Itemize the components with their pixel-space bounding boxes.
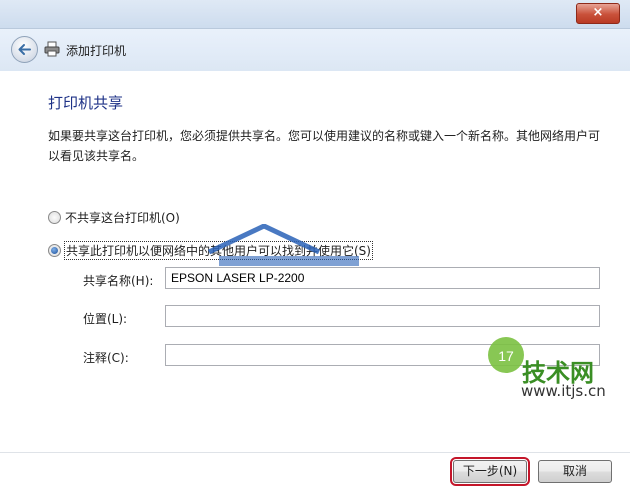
share-name-label: 共享名称(H): <box>83 274 154 288</box>
share-radio[interactable] <box>48 244 61 257</box>
no-share-option[interactable]: 不共享这台打印机(O) <box>48 209 180 226</box>
next-button[interactable]: 下一步(N) <box>450 457 530 486</box>
page-title: 打印机共享 <box>48 94 124 112</box>
close-button[interactable]: × <box>576 3 620 24</box>
no-share-radio[interactable] <box>48 211 61 224</box>
location-label: 位置(L): <box>83 312 128 326</box>
watermark-url: www.itjs.cn <box>521 382 606 400</box>
watermark-badge-icon: 17 <box>488 337 524 373</box>
watermark-badge: 17 <box>498 348 514 364</box>
title-bar: × <box>0 0 630 29</box>
comment-label: 注释(C): <box>83 351 129 365</box>
location-input[interactable] <box>165 305 600 327</box>
wizard-content: 打印机共享 如果要共享这台打印机，您必须提供共享名。您可以使用建议的名称或键入一… <box>0 71 630 499</box>
no-share-label: 不共享这台打印机(O) <box>65 211 180 225</box>
footer-separator <box>0 452 630 453</box>
page-description: 如果要共享这台打印机，您必须提供共享名。您可以使用建议的名称或键入一个新名称。其… <box>48 129 601 163</box>
navigation-bar: 添加打印机 <box>0 29 630 71</box>
cancel-button[interactable]: 取消 <box>538 460 612 483</box>
back-arrow-icon <box>18 44 31 55</box>
watermark-logo-icon <box>207 224 359 266</box>
printer-icon <box>44 41 60 57</box>
back-button[interactable] <box>11 36 38 63</box>
window-title: 添加打印机 <box>66 44 127 58</box>
